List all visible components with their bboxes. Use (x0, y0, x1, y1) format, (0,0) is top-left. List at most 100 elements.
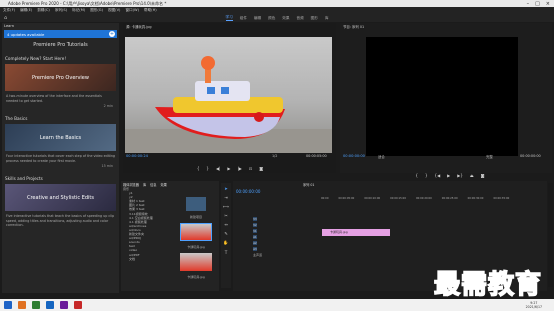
camera-icon[interactable]: ◙ (259, 166, 263, 171)
play-icon[interactable]: ▶ (447, 173, 450, 178)
step-back-icon[interactable]: ◀| (216, 166, 220, 171)
learn-panel: Learn 4 updates available + Premiere Pro… (2, 23, 119, 293)
selection-tool-icon[interactable]: ➤ (224, 186, 228, 191)
track-row: 主声道 (233, 252, 547, 258)
timeline-clip[interactable]: 卡通玩具.jpg (322, 229, 390, 236)
program-transport: { } {◀ ▶ ▶} ⏏ ◙ (395, 173, 505, 178)
track-label[interactable]: V3 (253, 217, 257, 221)
folder-item[interactable]: 文档 (123, 257, 176, 261)
tab-libraries[interactable]: 库 (143, 182, 146, 187)
section-title: Skills and Projects (5, 176, 43, 181)
ruler-tick: 00:00:25:00 (441, 197, 458, 200)
tutorial-card-basics[interactable]: Learn the Basics (5, 124, 116, 151)
program-preview (366, 37, 518, 156)
tab-effects[interactable]: 效果 (161, 182, 167, 187)
word-icon[interactable] (46, 301, 54, 309)
source-timecode[interactable]: 00:00:00:24 (126, 154, 148, 158)
source-tab[interactable]: 源: 卡通玩具.jpg (123, 23, 336, 29)
menu-view[interactable]: 视图(V) (108, 8, 120, 13)
program-resolution[interactable]: 完整 (486, 154, 493, 159)
track-label[interactable]: A3 (253, 247, 257, 251)
premiere-icon[interactable] (60, 301, 68, 309)
media-label: 新建项目 (189, 215, 202, 219)
media-label: 卡通玩具.jpg (187, 275, 205, 279)
media-items: 新建项目 卡通玩具.jpg 卡通玩具.jpg (176, 187, 216, 279)
program-tab[interactable]: 节目: 序列 01 (340, 23, 552, 29)
track-label[interactable]: A1 (253, 235, 257, 239)
track-label[interactable]: V2 (253, 223, 257, 227)
ws-color[interactable]: 颜色 (268, 16, 275, 21)
ruler-tick: 00:00:20:00 (415, 197, 432, 200)
lift-icon[interactable]: ⏏ (470, 173, 474, 178)
audio-meters (548, 183, 553, 287)
slip-icon[interactable]: ↔ (224, 222, 228, 227)
learn-tab[interactable]: Learn (2, 23, 119, 30)
pen-icon[interactable]: ✎ (224, 231, 228, 236)
menu-edit[interactable]: 编辑(E) (20, 8, 32, 13)
go-to-in-icon[interactable]: {◀ (435, 173, 441, 178)
tutorial-thumb-label: Premiere Pro Overview (32, 74, 89, 81)
menu-bar: 文件(F) 编辑(E) 剪辑(C) 序列(S) 标记(M) 图形(G) 视图(V… (0, 7, 554, 14)
timeline-tab[interactable]: 序列 01 (233, 181, 547, 187)
menu-clip[interactable]: 剪辑(C) (37, 8, 50, 13)
menu-marker[interactable]: 标记(M) (72, 8, 85, 13)
mark-in-icon[interactable]: { (197, 166, 200, 171)
updates-banner[interactable]: 4 updates available + (4, 30, 117, 38)
timeline-timecode[interactable]: 00:00:00:00 (236, 189, 547, 194)
tutorial-desc: A two-minute overview of the interface a… (6, 94, 102, 103)
app-icon[interactable] (32, 301, 40, 309)
ws-libraries[interactable]: 库 (325, 16, 329, 21)
ripple-edit-icon[interactable]: ⟷ (223, 204, 229, 209)
media-thumb[interactable] (180, 223, 212, 241)
hand-icon[interactable]: ✋ (223, 240, 228, 246)
plus-icon[interactable]: + (109, 31, 115, 37)
title-bar: Adobe Premiere Pro 2020 - C:\用户\Jisoya\文… (0, 0, 554, 7)
track-select-icon[interactable]: ⇥ (224, 195, 228, 200)
ws-graphics[interactable]: 图形 (311, 16, 318, 21)
tab-info[interactable]: 信息 (150, 182, 156, 187)
minimize-icon[interactable]: – (527, 1, 530, 7)
mark-out-icon[interactable]: } (425, 173, 428, 178)
go-to-out-icon[interactable]: ▶} (457, 173, 463, 178)
app-icon[interactable] (18, 301, 26, 309)
step-forward-icon[interactable]: |▶ (237, 166, 241, 171)
updates-label: 4 updates available (7, 31, 45, 37)
camera-icon[interactable]: ◙ (481, 173, 485, 178)
ws-audio[interactable]: 音频 (296, 16, 303, 21)
ws-editing[interactable]: 编辑 (254, 16, 261, 21)
menu-window[interactable]: 窗口(W) (125, 8, 139, 13)
tutorial-card-overview[interactable]: Premiere Pro Overview (5, 64, 116, 91)
track-label[interactable]: V1 (253, 229, 257, 233)
program-fit[interactable]: 适合 (378, 154, 385, 159)
start-icon[interactable] (4, 301, 12, 309)
source-fit[interactable]: 1/2 (272, 154, 277, 158)
tutorial-desc: Five interactive tutorials that teach th… (6, 214, 115, 227)
mark-out-icon[interactable]: } (206, 166, 209, 171)
ruler-tick: 00:00 (321, 197, 329, 200)
home-icon[interactable]: ⌂ (4, 15, 10, 21)
razor-icon[interactable]: ✂ (224, 213, 228, 218)
mark-in-icon[interactable]: { (415, 173, 418, 178)
menu-graphics[interactable]: 图形(G) (90, 8, 103, 13)
ws-assembly[interactable]: 组件 (240, 16, 247, 21)
menu-help[interactable]: 帮助(H) (144, 8, 157, 13)
close-icon[interactable]: × (546, 1, 550, 7)
tutorial-card-creative[interactable]: Creative and Stylistic Edits (5, 184, 116, 211)
clock[interactable]: 9:27 2021/6/17 (526, 301, 542, 309)
menu-sequence[interactable]: 序列(S) (55, 8, 67, 13)
ws-effects[interactable]: 效果 (282, 16, 289, 21)
tutorial-time: 2 min (103, 104, 113, 108)
play-icon[interactable]: ▶ (227, 166, 230, 171)
media-thumb[interactable] (180, 253, 212, 271)
program-timecode[interactable]: 00:00:00:00 (343, 154, 365, 158)
tab-media-browser[interactable]: 媒体浏览器 (123, 182, 139, 187)
maximize-icon[interactable]: □ (535, 1, 540, 7)
ws-learn[interactable]: 学习 (225, 15, 233, 21)
track-label[interactable]: A2 (253, 241, 257, 245)
ruler-tick: 00:00:15:00 (390, 197, 406, 200)
menu-file[interactable]: 文件(F) (3, 8, 15, 13)
media-thumb[interactable] (186, 197, 206, 211)
type-icon[interactable]: T (225, 250, 228, 255)
app-icon[interactable] (74, 301, 82, 309)
insert-icon[interactable]: ⊡ (249, 166, 252, 171)
